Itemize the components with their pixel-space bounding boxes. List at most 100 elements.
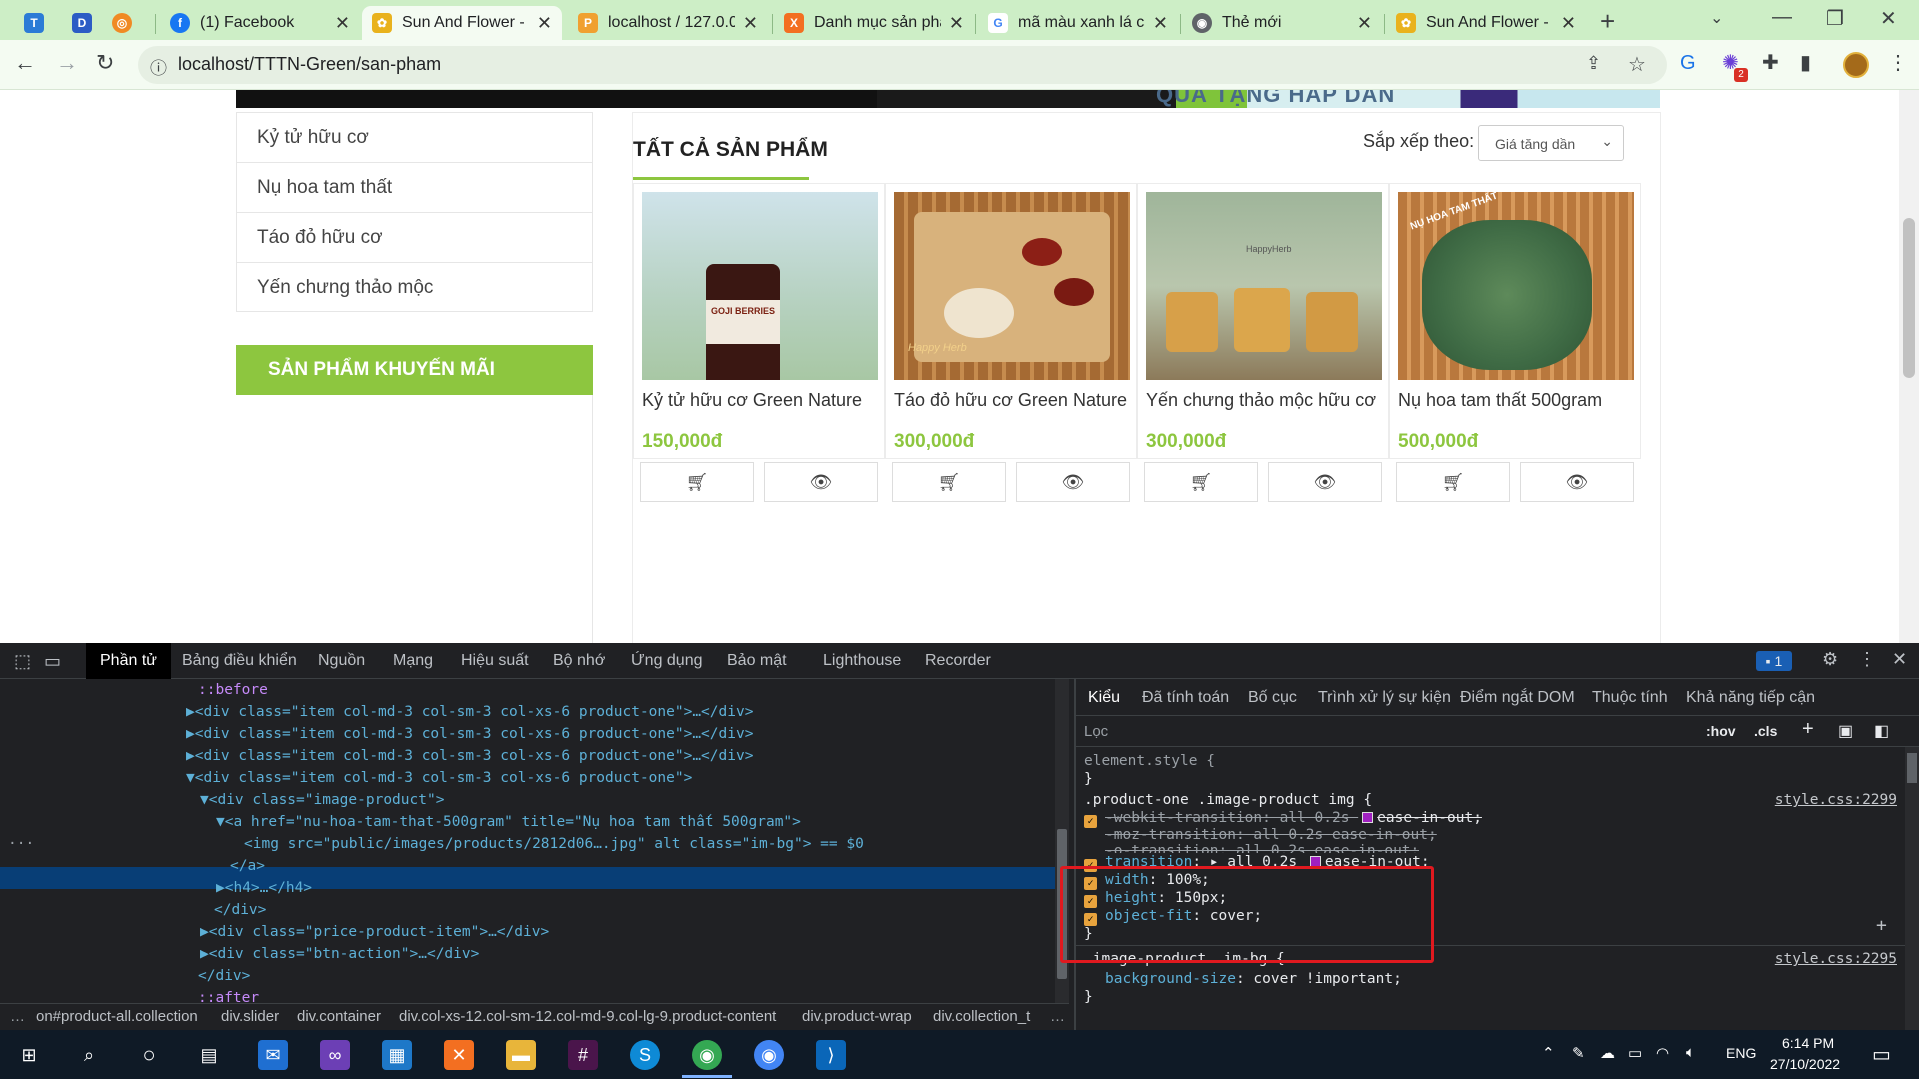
breadcrumb-item[interactable]: div.product-wrap [802,1004,912,1030]
view-button[interactable]: 👁︎ [1268,462,1382,502]
category-item[interactable]: Nụ hoa tam thất [237,163,592,213]
omnibox[interactable]: ⓘ localhost/TTTN-Green/san-pham ⇪ ☆ [138,46,1667,84]
reload-button[interactable]: ↻ [96,50,114,76]
cloud-icon[interactable]: ☁ [1600,1044,1615,1062]
tab-phpmyadmin[interactable]: Plocalhost / 127.0.0 ✕ [568,6,768,40]
add-to-cart-button[interactable]: 🛒︎ [1396,462,1510,502]
tab-properties[interactable]: Thuộc tính [1592,689,1668,707]
dom-line[interactable]: ▶<div class="btn-action">…</div> [200,943,479,965]
language-indicator[interactable]: ENG [1726,1045,1756,1061]
product-name[interactable]: Kỷ tử hữu cơ Green Nature [642,390,880,411]
view-button[interactable]: 👁︎ [1520,462,1634,502]
category-item[interactable]: Táo đỏ hữu cơ [237,213,592,263]
tab-app-d[interactable]: D [62,6,102,40]
view-button[interactable]: 👁︎ [1016,462,1130,502]
slack-icon[interactable]: # [568,1040,598,1070]
skype-icon[interactable]: S [630,1040,660,1070]
dom-line[interactable]: </div> [214,899,266,921]
minimize-button[interactable]: — [1772,6,1792,29]
new-tab-button[interactable]: + [1600,6,1615,37]
tab-styles[interactable]: Kiểu [1088,689,1120,707]
tab-console[interactable]: Bảng điều khiển [182,652,297,670]
close-icon[interactable]: ✕ [949,13,964,34]
dom-line[interactable]: ▼<a href="nu-hoa-tam-that-500gram" title… [216,811,801,833]
dom-line[interactable]: ::before [198,679,268,701]
url-text[interactable]: localhost/TTTN-Green/san-pham [178,54,441,75]
close-icon[interactable]: ✕ [1561,13,1576,34]
breadcrumb-item[interactable]: div.container [297,1004,381,1030]
tab-application[interactable]: Ứng dụng [631,652,703,670]
product-image[interactable]: NỤ HOA TAM THẤT [1398,191,1634,380]
tab-sources[interactable]: Nguồn [318,652,365,670]
category-item[interactable]: Yến chưng thảo mộc [237,263,592,313]
tab-recorder[interactable]: Recorder [925,652,991,670]
info-icon[interactable]: ⓘ [150,54,167,79]
page-scrollbar[interactable] [1899,90,1919,643]
dom-line[interactable]: ▶<div class="item col-md-3 col-sm-3 col-… [186,723,753,745]
element-style-selector[interactable]: element.style { [1084,753,1215,769]
share-icon[interactable]: ⇪ [1586,53,1601,74]
product-image[interactable]: GOJI BERRIES [642,192,878,380]
battery-icon[interactable]: ▭ [1628,1044,1642,1062]
add-rule-icon[interactable]: + [1802,718,1814,741]
product-image[interactable]: HappyHerb [1146,192,1382,380]
product-name[interactable]: Yến chưng thảo mộc hữu cơ [1146,390,1384,411]
close-icon[interactable]: ✕ [537,13,552,34]
dom-line[interactable]: ▶<div class="item col-md-3 col-sm-3 col-… [186,701,753,723]
breadcrumb-item[interactable]: on#product-all.collection [36,1004,198,1030]
tab-search-icon[interactable]: ⌄ [1710,8,1723,27]
tab-danh-muc[interactable]: X Danh mục sản phẩ ✕ [774,6,974,40]
search-icon[interactable]: ⌕ [74,1040,104,1070]
view-button[interactable]: 👁︎ [764,462,878,502]
product-image[interactable]: Happy Herb [894,192,1130,380]
css-declaration-overridden[interactable]: -o-transition: all 0.2s ease-in-out; [1105,843,1419,853]
easing-swatch[interactable] [1362,812,1374,823]
volume-icon[interactable]: 🔈︎ [1686,1044,1695,1061]
chrome-icon[interactable]: ◉ [754,1040,784,1070]
add-to-cart-button[interactable]: 🛒︎ [1144,462,1258,502]
scrollbar-thumb[interactable] [1903,218,1915,378]
back-button[interactable]: ← [14,50,36,76]
rule-selector[interactable]: .product-one .image-product img { [1084,792,1372,808]
close-window-button[interactable]: ✕ [1880,6,1897,31]
tab-network[interactable]: Mạng [393,652,433,670]
tab-computed[interactable]: Đã tính toán [1142,689,1229,707]
close-devtools-icon[interactable]: ✕ [1892,649,1907,670]
chrome-icon[interactable]: ◉ [692,1040,722,1070]
windows-start-icon[interactable]: ⊞ [14,1040,44,1070]
css-declaration[interactable]: ✓ -webkit-transition: all 0.2s ease-in-ou… [1084,810,1482,828]
product-name[interactable]: Nụ hoa tam thất 500gram [1398,390,1636,411]
wifi-icon[interactable]: ◠ [1656,1044,1669,1062]
close-icon[interactable]: ✕ [743,13,758,34]
dom-line[interactable]: ▶<h4>…</h4> [216,877,312,899]
tab-elements[interactable]: Phần tử [86,643,171,679]
tab-lighthouse[interactable]: Lighthouse [823,652,901,670]
tab-layout[interactable]: Bố cục [1248,689,1297,707]
more-icon[interactable]: ⋮ [1858,649,1876,670]
clock-time[interactable]: 6:14 PM [1782,1035,1834,1051]
settings-gear-icon[interactable]: ⚙ [1822,649,1838,670]
tab-dom-breakpoints[interactable]: Điểm ngắt DOM [1460,689,1575,707]
cortana-icon[interactable]: ○ [134,1040,164,1070]
tab-memory[interactable]: Bộ nhớ [553,652,605,670]
product-name[interactable]: Táo đỏ hữu cơ Green Nature [894,390,1132,411]
tab-trello[interactable]: T [14,6,62,40]
breadcrumb-item[interactable]: … [10,1004,25,1030]
add-to-cart-button[interactable]: 🛒︎ [640,462,754,502]
issues-badge[interactable]: ▪ 1 [1756,651,1792,671]
dom-line[interactable]: </a> [230,855,265,877]
css-declaration-overridden[interactable]: -moz-transition: all 0.2s ease-in-out; [1105,827,1437,843]
inspect-icon[interactable]: ⬚ [14,651,31,672]
tab-sun-and-flower-2[interactable]: ✿ Sun And Flower - T ✕ [1386,6,1586,40]
sidebar-toggle-icon[interactable]: ◧ [1874,721,1889,741]
tab-event-listeners[interactable]: Trình xử lý sự kiện [1318,689,1451,707]
source-link[interactable]: style.css:2295 [1775,951,1897,967]
breadcrumb-item[interactable]: div.slider [221,1004,279,1030]
task-view-icon[interactable]: ▤ [194,1040,224,1070]
styles-scrollbar[interactable] [1905,747,1919,1030]
puzzle-icon[interactable]: ✚ [1762,50,1779,75]
hov-toggle[interactable]: :hov [1706,723,1736,739]
clock-date[interactable]: 27/10/2022 [1770,1056,1840,1072]
side-panel-icon[interactable]: ▮ [1800,50,1811,75]
dom-line-selected[interactable]: <img src="public/images/products/2812d06… [244,833,864,855]
